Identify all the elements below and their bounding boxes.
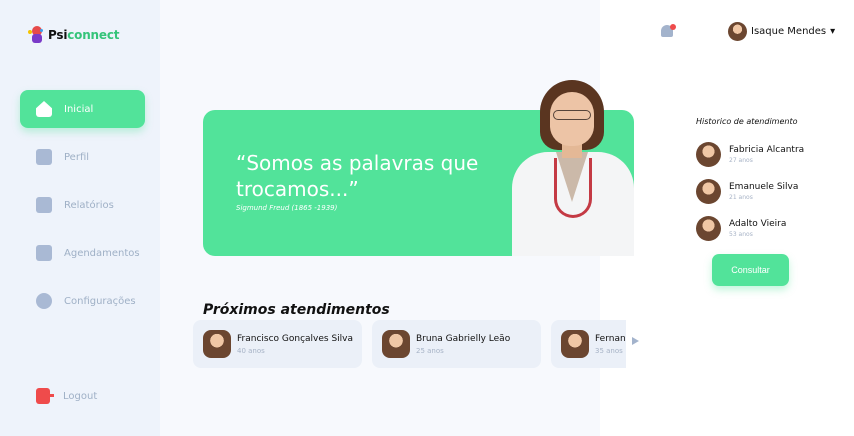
avatar xyxy=(696,142,721,167)
avatar xyxy=(696,216,721,241)
wallet-icon xyxy=(36,197,52,213)
patient-name: Emanuele Silva xyxy=(729,182,799,192)
appointment-card[interactable]: Francisco Gonçalves Silva 40 anos xyxy=(193,320,362,368)
sidebar-item-label: Agendamentos xyxy=(64,247,140,259)
avatar xyxy=(561,330,589,358)
patient-name: Fernanda xyxy=(595,333,626,344)
quote-author: Sigmund Freud (1865 -1939) xyxy=(236,204,338,212)
history-item[interactable]: Adalto Vieira 53 anos xyxy=(696,216,786,241)
patient-name: Francisco Gonçalves Silva xyxy=(237,333,354,344)
next-arrow-icon[interactable] xyxy=(632,337,639,345)
logout-label: Logout xyxy=(63,390,98,402)
sidebar: Psiconnect Inicial Perfil Relatórios Age… xyxy=(0,0,160,436)
history-item[interactable]: Emanuele Silva 21 anos xyxy=(696,179,798,204)
brand-name: Psiconnect xyxy=(48,28,119,42)
sidebar-item-label: Inicial xyxy=(64,103,94,115)
sidebar-item-label: Perfil xyxy=(64,151,90,163)
avatar xyxy=(382,330,410,358)
quote-text: “Somos as palavras que trocamos...” xyxy=(236,151,479,201)
sidebar-item-perfil[interactable]: Perfil xyxy=(20,138,145,176)
sidebar-item-configuracoes[interactable]: Configurações xyxy=(20,282,145,320)
notification-badge xyxy=(670,24,676,30)
profile-icon xyxy=(36,149,52,165)
sidebar-item-label: Configurações xyxy=(64,295,136,307)
sidebar-item-relatorios[interactable]: Relatórios xyxy=(20,186,145,224)
sidebar-item-agendamentos[interactable]: Agendamentos xyxy=(20,234,145,272)
patient-age: 27 anos xyxy=(729,157,753,164)
brand-logo[interactable]: Psiconnect xyxy=(28,26,119,44)
avatar xyxy=(696,179,721,204)
patient-name: Bruna Gabrielly Leão xyxy=(416,333,511,344)
doctor-illustration xyxy=(512,78,634,256)
patient-name: Adalto Vieira xyxy=(729,219,787,229)
patient-age: 40 anos xyxy=(237,346,265,355)
caret-down-icon: ▾ xyxy=(830,26,836,37)
history-item[interactable]: Fabricia Alcantra 27 anos xyxy=(696,142,804,167)
consultar-button[interactable]: Consultar xyxy=(712,254,789,286)
sidebar-item-inicial[interactable]: Inicial xyxy=(20,90,145,128)
user-menu[interactable]: Isaque Mendes ▾ xyxy=(728,22,835,41)
patient-name: Fabricia Alcantra xyxy=(729,145,805,155)
logo-icon xyxy=(28,26,44,44)
sidebar-item-label: Relatórios xyxy=(64,199,114,211)
notification-button[interactable] xyxy=(661,24,676,38)
gear-icon xyxy=(36,293,52,309)
patient-age: 25 anos xyxy=(416,346,444,355)
chart-icon xyxy=(36,245,52,261)
upcoming-list: Francisco Gonçalves Silva 40 anos Bruna … xyxy=(190,316,626,372)
history-title: Historico de atendimento xyxy=(696,117,798,126)
brand-name-connect: connect xyxy=(67,28,120,42)
avatar xyxy=(728,22,747,41)
avatar xyxy=(203,330,231,358)
brand-name-psi: Psi xyxy=(48,28,68,42)
appointment-card[interactable]: Fernanda 35 anos xyxy=(551,320,626,368)
logout-button[interactable]: Logout xyxy=(36,388,97,404)
patient-age: 21 anos xyxy=(729,194,753,201)
home-icon xyxy=(36,101,52,117)
patient-age: 35 anos xyxy=(595,346,623,355)
logout-icon xyxy=(36,388,54,404)
user-name: Isaque Mendes xyxy=(751,26,827,37)
appointment-card[interactable]: Bruna Gabrielly Leão 25 anos xyxy=(372,320,541,368)
patient-age: 53 anos xyxy=(729,231,753,238)
